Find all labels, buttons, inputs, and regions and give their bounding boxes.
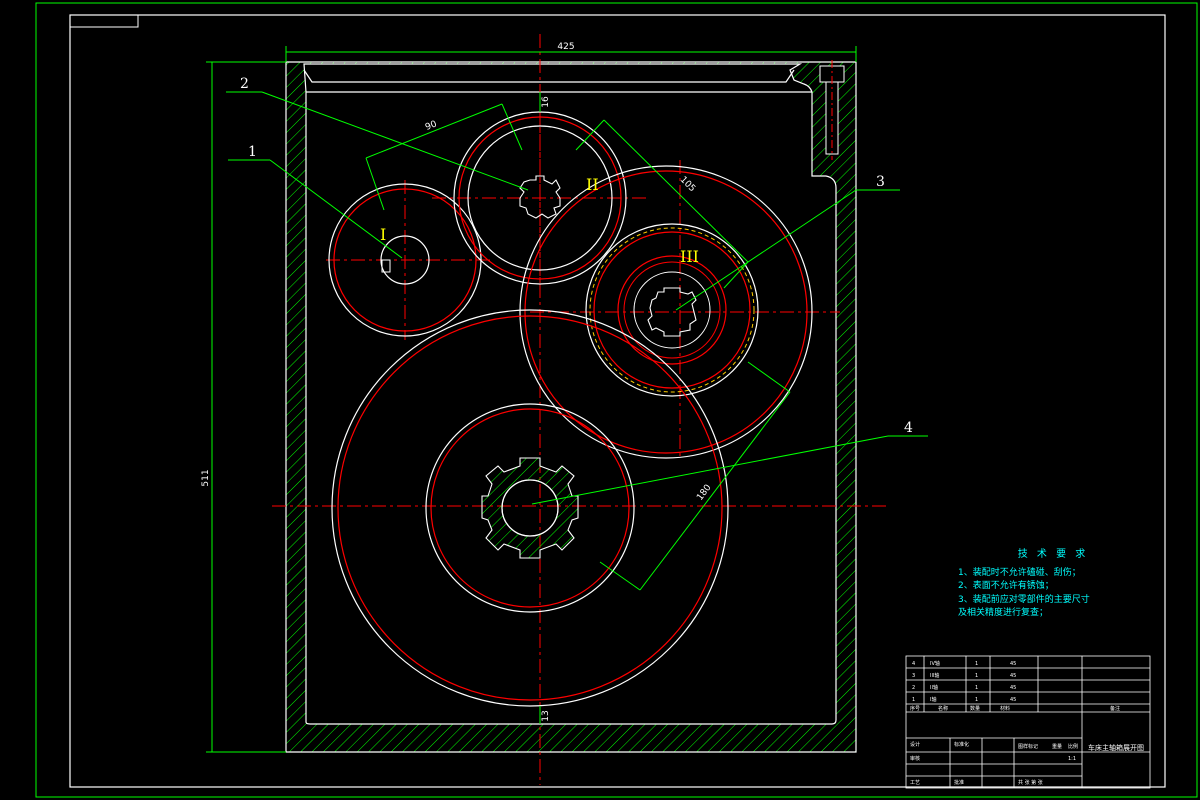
title-block: [905, 655, 1151, 789]
parts-header-no: 序号: [910, 705, 920, 712]
drawing-title: 车床主轴箱展开图: [1088, 743, 1144, 752]
tech-note: 及相关精度进行复查；: [958, 608, 1049, 618]
gear-shaft-IV: [331, 309, 729, 707]
leader-label-2: 2: [240, 76, 249, 92]
parts-row-mat: 45: [1010, 685, 1016, 691]
parts-row-name: III轴: [930, 672, 939, 679]
tech-note: 2、表面不允许有锈蚀；: [958, 581, 1054, 591]
parts-header-note: 备注: [1110, 705, 1120, 712]
corner-tag: [69, 14, 139, 28]
parts-row-qty: 1: [975, 685, 978, 691]
tb-scale-value: 1:1: [1068, 756, 1076, 762]
housing-top-inner: [303, 69, 795, 83]
dim-top-gap: 16: [541, 96, 551, 108]
cad-drawing: 425 511 90 105 180 16 13 2 1 3 4 I II II…: [35, 2, 1198, 798]
tb-label-standard: 标准化: [954, 741, 969, 748]
dim-bottom-gap: 13: [541, 710, 551, 721]
tb-label-mark: 图样标记: [1018, 743, 1038, 750]
parts-row-no: 3: [912, 673, 915, 679]
dim-width: 425: [557, 42, 574, 52]
parts-header-qty: 数量: [970, 705, 980, 712]
tb-label-process: 工艺: [910, 780, 920, 786]
parts-row-no: 1: [912, 697, 915, 703]
parts-row-qty: 1: [975, 673, 978, 679]
parts-row-name: II轴: [930, 684, 938, 691]
parts-header-name: 名称: [938, 705, 948, 712]
tb-label-approve: 批准: [954, 779, 964, 786]
tb-label-design: 设计: [910, 741, 920, 748]
shaft-label-III: III: [680, 247, 699, 266]
parts-row-mat: 45: [1010, 661, 1016, 667]
parts-row-qty: 1: [975, 661, 978, 667]
tb-label-scale: 比例: [1068, 743, 1078, 750]
inner-border: [69, 14, 1166, 788]
parts-row-name: IV轴: [930, 660, 940, 667]
parts-row-qty: 1: [975, 697, 978, 703]
leader-label-4: 4: [904, 420, 913, 436]
dim-height: 511: [201, 469, 211, 486]
parts-row-no: 4: [912, 661, 915, 667]
parts-row-mat: 45: [1010, 697, 1016, 703]
tech-requirements: 技 术 要 求 1、装配时不允许磕碰、刮伤； 2、表面不允许有锈蚀； 3、装配前…: [958, 548, 1148, 621]
parts-row-name: I轴: [930, 696, 936, 703]
tech-requirements-title: 技 术 要 求: [1017, 549, 1089, 560]
parts-header-mat: 材料: [1000, 705, 1010, 712]
shaft-label-I: I: [380, 225, 386, 244]
shaft-label-II: II: [586, 175, 599, 194]
dimension-texts: 425 511 90 105 180 16 13: [201, 42, 714, 722]
dim-cd-3-4: 180: [695, 483, 713, 503]
leader-label-1: 1: [248, 144, 257, 160]
outer-border: [35, 2, 1198, 798]
tech-note: 1、装配时不允许磕碰、刮伤；: [958, 567, 1081, 578]
tb-label-review: 审核: [910, 755, 920, 762]
dim-cd-1-2: 90: [424, 119, 439, 133]
spline-IV: [481, 457, 579, 559]
tech-note: 3、装配前应对零部件的主要尺寸: [958, 594, 1090, 605]
tb-label-sheets: 共 张 第 张: [1018, 779, 1043, 786]
parts-row-no: 2: [912, 685, 915, 691]
dim-cd-2-3: 105: [678, 175, 697, 194]
parts-list-text: 4 IV轴 1 45 3 III轴 1 45 2 II轴 1 45 1 I轴 1…: [910, 660, 1120, 786]
tb-label-weight: 重量: [1052, 743, 1062, 750]
leader-label-3: 3: [876, 174, 885, 190]
parts-row-mat: 45: [1010, 673, 1016, 679]
